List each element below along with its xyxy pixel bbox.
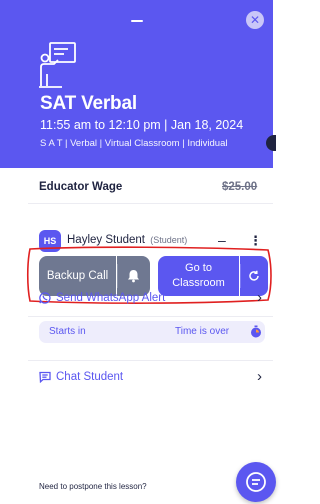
chevron-right-icon: › — [257, 368, 262, 385]
chat-fab-button[interactable] — [236, 462, 276, 502]
close-icon: ✕ — [249, 13, 261, 27]
timer-icon — [251, 325, 261, 338]
chat-student-row[interactable]: Chat Student › — [39, 368, 265, 390]
drag-handle[interactable] — [131, 20, 143, 22]
divider — [28, 316, 273, 317]
divider — [28, 203, 273, 204]
chat-icon — [39, 371, 51, 383]
divider — [28, 360, 273, 361]
student-role: (Student) — [150, 235, 188, 245]
lesson-title: SAT Verbal — [40, 93, 137, 114]
educator-wage-amount: $25.00 — [222, 181, 258, 193]
starts-in-label: Starts in — [49, 326, 86, 337]
chevron-right-icon: › — [257, 289, 262, 306]
time-is-over-label: Time is over — [175, 326, 230, 337]
classroom-icon — [39, 42, 76, 88]
go-to-classroom-label-line1: Go to — [185, 262, 212, 274]
starts-in-row: Starts in Time is over — [39, 321, 265, 343]
close-button[interactable]: ✕ — [246, 11, 264, 29]
send-whatsapp-alert-row[interactable]: Send WhatsApp Alert › — [39, 289, 265, 311]
bell-icon — [128, 270, 139, 283]
lesson-time: 11:55 am to 12:10 pm | Jan 18, 2024 — [40, 118, 244, 132]
send-whatsapp-alert-label: Send WhatsApp Alert — [56, 292, 166, 304]
postpone-lesson-link[interactable]: Need to postpone this lesson? — [39, 482, 147, 491]
refresh-icon — [249, 270, 259, 281]
lesson-tags: S A T | Verbal | Virtual Classroom | Ind… — [40, 138, 228, 149]
chat-fab-icon — [246, 472, 266, 492]
lesson-header: ✕ SAT Verbal 11:55 am to 12:10 pm | Jan … — [0, 0, 276, 168]
educator-wage-label: Educator Wage — [39, 181, 123, 193]
chat-student-label: Chat Student — [56, 371, 124, 383]
edge-tab — [266, 135, 276, 151]
whatsapp-icon — [39, 292, 51, 304]
